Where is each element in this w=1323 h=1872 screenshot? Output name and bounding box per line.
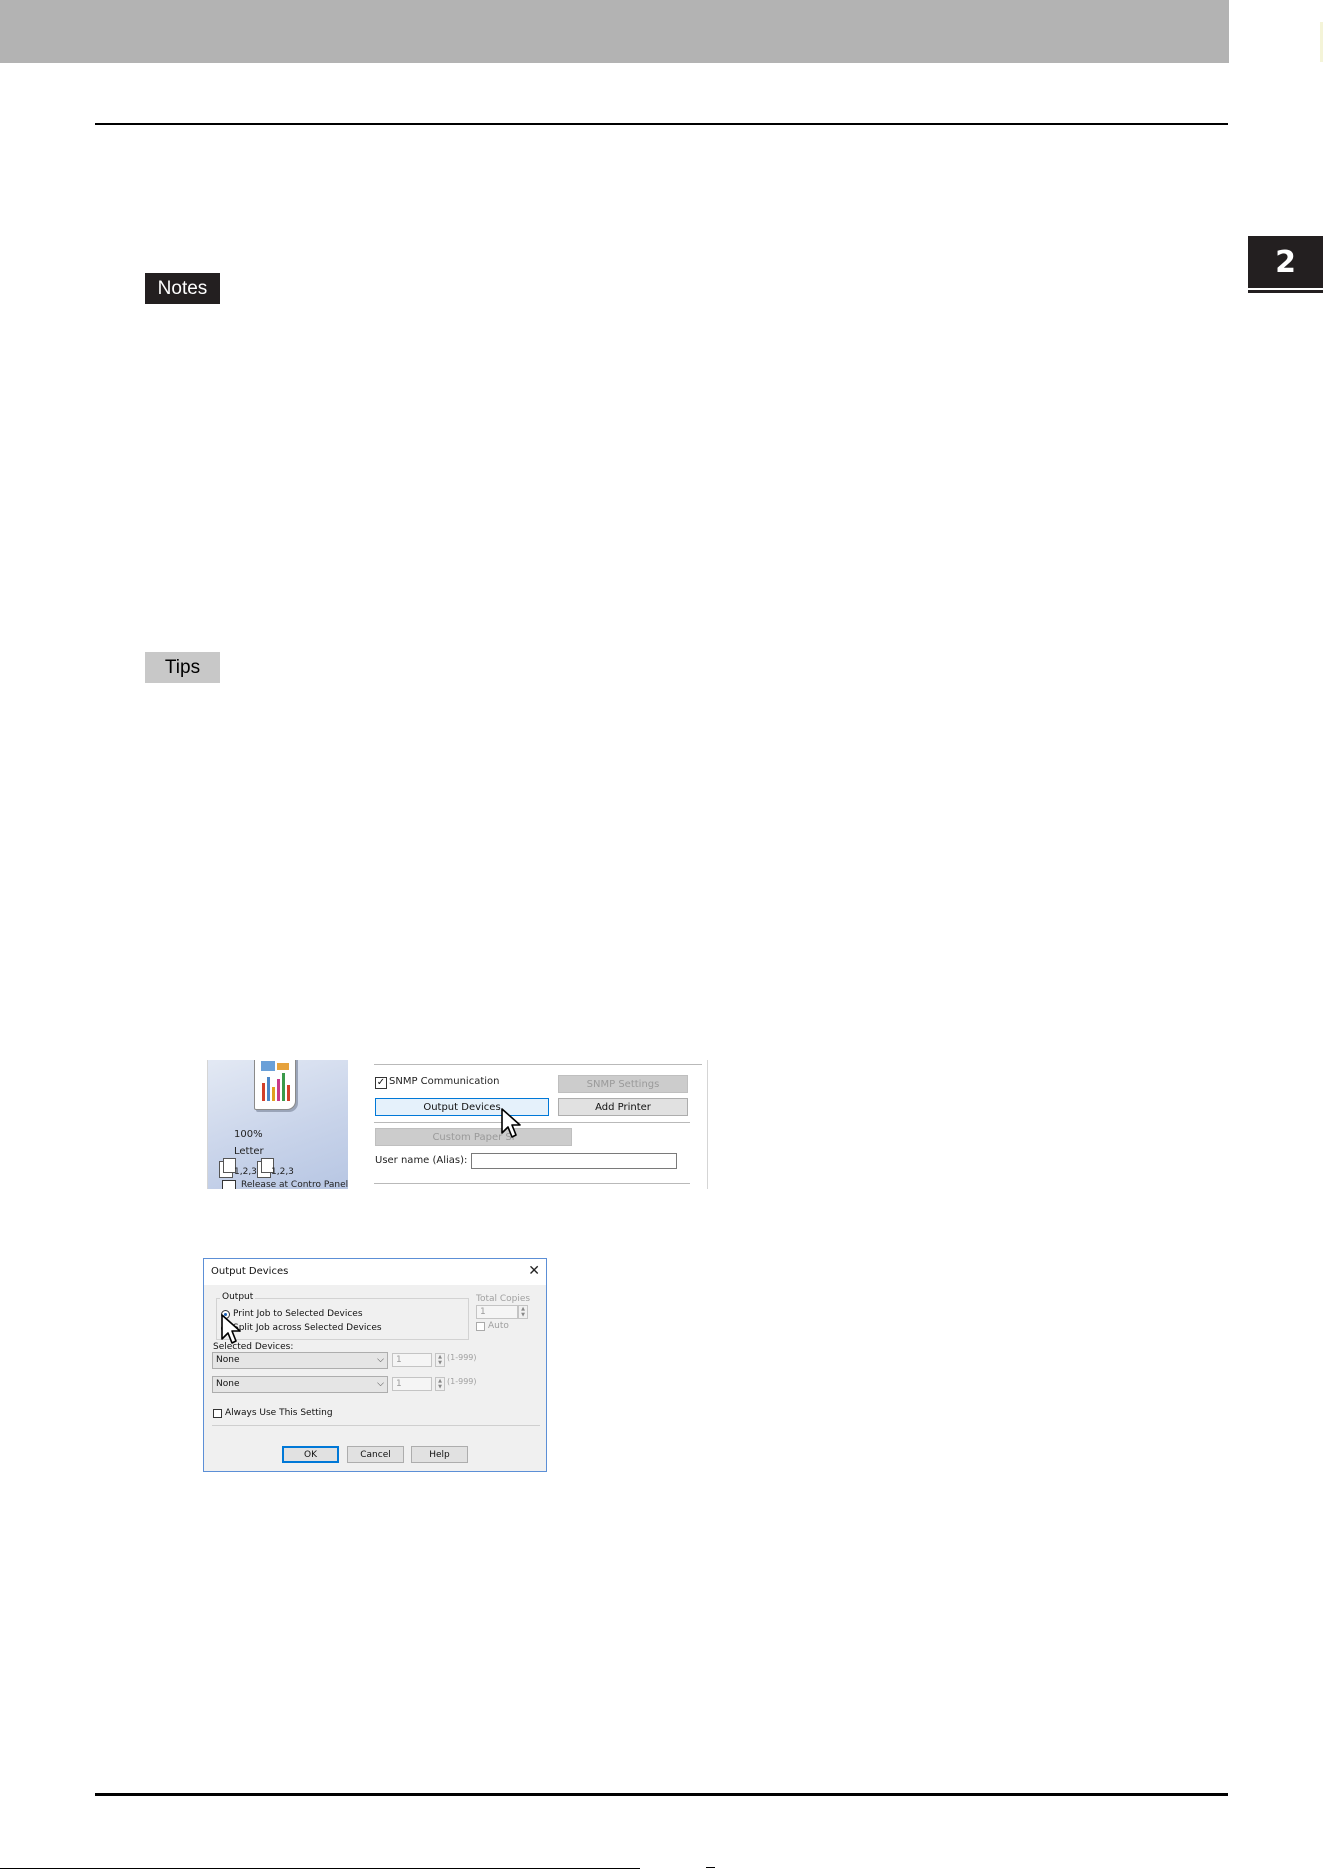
device-select-value: None [216,1355,240,1365]
release-label: Release at Contro Panel [241,1180,349,1189]
header-rule [95,123,1228,125]
bottom-rule [0,1868,640,1869]
device-select-value: None [216,1379,240,1389]
notes-label: Notes [145,273,220,304]
output-group [216,1298,469,1340]
ok-button[interactable]: OK [282,1446,339,1463]
spin-arrows-icon[interactable]: ▲ ▼ [518,1305,528,1319]
device-range-1: (1-999) [447,1353,477,1362]
device-range-2: (1-999) [447,1377,477,1386]
device-copies-input-2[interactable]: 1 [392,1377,432,1391]
device-select-2[interactable]: None ⌵ [212,1376,388,1393]
collate-label-left: 1,2,3 [234,1167,257,1177]
user-name-label: User name (Alias): [375,1155,468,1166]
chevron-down-icon: ⌵ [377,1379,384,1389]
total-copies-input[interactable]: 1 [476,1305,518,1319]
paper-size: Letter [234,1146,264,1157]
collate-label-right: 1,2,3 [271,1167,294,1177]
help-button[interactable]: Help [411,1446,468,1463]
tips-label: Tips [145,652,220,683]
device-copies-input-1[interactable]: 1 [392,1353,432,1367]
mouse-pointer-icon [501,1108,521,1138]
snmp-checkbox[interactable]: ✓ [375,1077,387,1089]
dialog-title-bar: Output Devices ✕ [204,1259,546,1285]
footer-rule [95,1793,1228,1796]
always-use-label: Always Use This Setting [225,1408,333,1418]
snmp-settings-button[interactable]: SNMP Settings [558,1075,688,1093]
chapter-tab-rule [1248,290,1323,293]
output-devices-dialog: Output Devices ✕ Output Print Job to Sel… [203,1258,547,1472]
cancel-button[interactable]: Cancel [347,1446,404,1463]
output-group-label: Output [220,1292,256,1302]
divider [374,1064,702,1065]
always-use-checkbox[interactable] [213,1409,222,1418]
chapter-number: 2 [1275,244,1296,280]
spin-arrows-icon[interactable]: ▲ ▼ [435,1377,445,1391]
add-printer-button[interactable]: Add Printer [558,1098,688,1116]
custom-paper-size-button[interactable]: Custom Paper Si [375,1128,572,1146]
auto-checkbox[interactable] [476,1322,485,1331]
output-devices-button[interactable]: Output Devices [375,1098,549,1116]
divider [374,1183,690,1184]
mouse-pointer-icon [221,1314,241,1344]
chapter-tab: 2 [1248,236,1323,288]
close-icon[interactable]: ✕ [528,1263,540,1279]
total-copies-label: Total Copies [476,1294,531,1304]
collate-icon [219,1158,236,1178]
printer-properties-screenshot: 100% Letter 1,2,3 1,2,3 Release at Contr… [207,1060,708,1189]
document-preview-icon [254,1060,296,1110]
page-header-bar [0,0,1229,63]
radio-print-label: Print Job to Selected Devices [233,1309,363,1319]
snmp-checkbox-label: SNMP Communication [389,1076,500,1087]
bottom-dash [706,1867,715,1868]
dialog-title: Output Devices [211,1266,289,1277]
chevron-down-icon: ⌵ [377,1355,384,1365]
auto-label: Auto [488,1321,509,1331]
zoom-level: 100% [234,1129,263,1140]
dialog-separator [212,1425,540,1426]
radio-split-label: Split Job across Selected Devices [233,1323,382,1333]
divider [374,1122,690,1123]
spin-arrows-icon[interactable]: ▲ ▼ [435,1353,445,1367]
user-name-input[interactable] [471,1153,677,1169]
release-icon [222,1180,236,1189]
print-preview-pane: 100% Letter 1,2,3 1,2,3 Release at Contr… [208,1060,348,1189]
collate-icon [257,1158,274,1178]
device-select-1[interactable]: None ⌵ [212,1352,388,1369]
